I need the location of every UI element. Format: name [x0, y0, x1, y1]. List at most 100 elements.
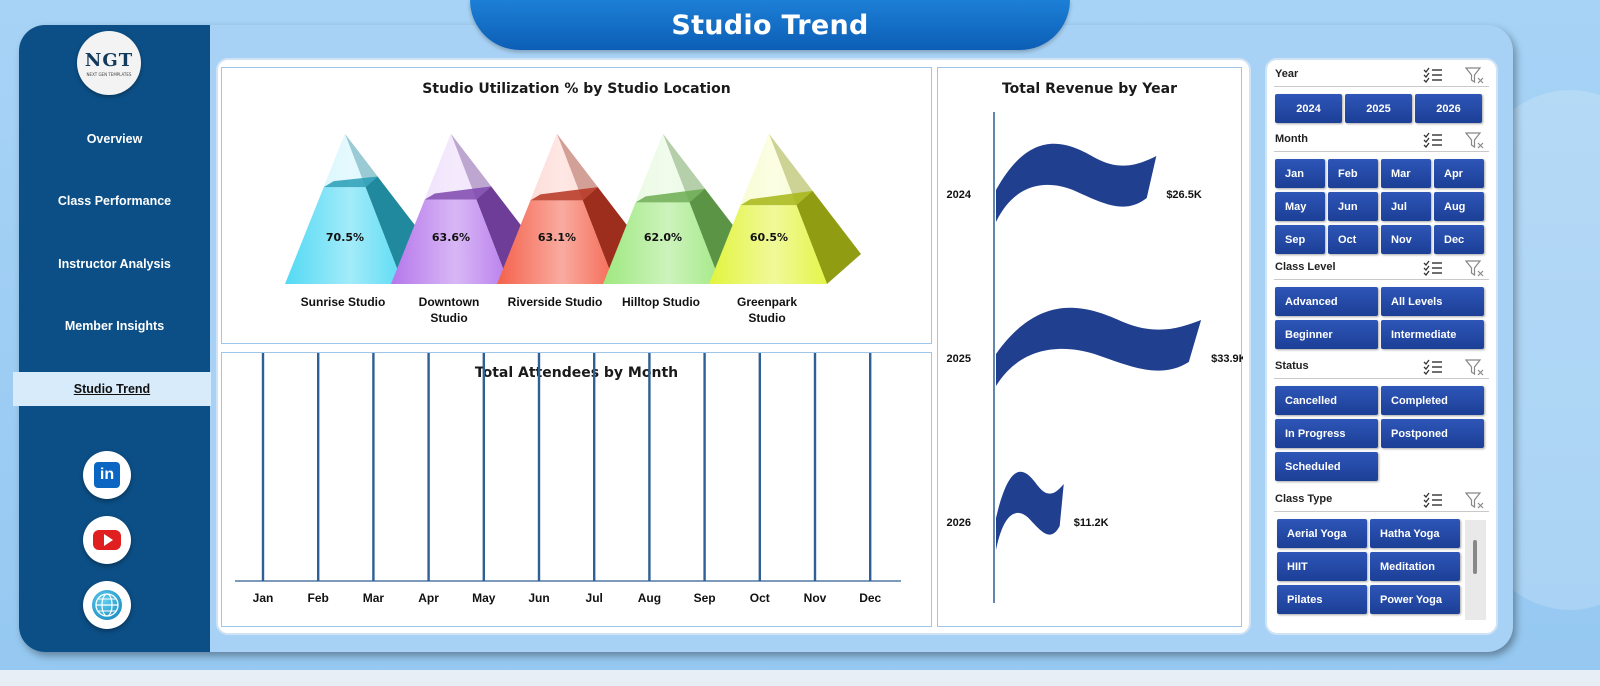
title-bar: Studio Trend: [470, 0, 1070, 50]
slicer-button[interactable]: Advanced: [1275, 287, 1378, 316]
x-tick-label: May: [472, 591, 496, 605]
y-tick-label: 2024: [947, 189, 972, 201]
slicer-button[interactable]: Jul: [1381, 192, 1431, 221]
class-type-scrollbar[interactable]: [1465, 520, 1486, 620]
slicer-title: Year: [1275, 68, 1299, 80]
slicer-button[interactable]: Beginner: [1275, 320, 1378, 349]
clear-filter-icon[interactable]: [1464, 492, 1485, 510]
nav-studio-trend[interactable]: Studio Trend: [13, 372, 211, 406]
multi-select-icon[interactable]: [1423, 359, 1443, 375]
slicer-button[interactable]: Mar: [1381, 159, 1431, 188]
multi-select-icon[interactable]: [1423, 67, 1443, 83]
slicer-button[interactable]: Jan: [1275, 159, 1325, 188]
slicer-button[interactable]: Meditation: [1370, 552, 1460, 581]
slicer-button[interactable]: Completed: [1381, 386, 1484, 415]
slicer-header: Class Level: [1274, 258, 1489, 280]
nav-instructor-analysis[interactable]: Instructor Analysis: [19, 247, 210, 281]
slicer-title: Class Type: [1275, 493, 1333, 505]
website-button[interactable]: [83, 581, 131, 629]
pyramid-bar: [709, 134, 861, 284]
data-label: $11.2K: [1074, 517, 1109, 529]
logo-text: NGT: [84, 49, 134, 71]
data-label: 63.1%: [538, 231, 576, 244]
slicer-button[interactable]: Sep: [1275, 225, 1325, 254]
slicer-button[interactable]: Jun: [1328, 192, 1378, 221]
slicer-button[interactable]: Cancelled: [1275, 386, 1378, 415]
slicer-header: Month: [1274, 130, 1489, 152]
x-tick-label: Jun: [528, 591, 549, 605]
page-title: Studio Trend: [671, 9, 869, 41]
slicer-button[interactable]: Power Yoga: [1370, 585, 1460, 614]
slicer-button[interactable]: Postponed: [1381, 419, 1484, 448]
x-tick-label: Feb: [308, 591, 329, 605]
attendees-chart: 482Jan494Feb438Mar343Apr389May415Jun450J…: [235, 353, 901, 605]
slicer-button[interactable]: Dec: [1434, 225, 1484, 254]
youtube-button[interactable]: [83, 516, 131, 564]
nav-overview[interactable]: Overview: [19, 122, 210, 156]
slicer-button[interactable]: All Levels: [1381, 287, 1484, 316]
revenue-panel: Total Revenue by Year 2024 $26.5K 2025 $33.…: [937, 67, 1243, 627]
multi-select-icon[interactable]: [1423, 132, 1443, 148]
scrollbar-thumb[interactable]: [1473, 540, 1477, 574]
slicer-button[interactable]: Pilates: [1277, 585, 1367, 614]
multi-select-icon[interactable]: [1423, 492, 1443, 508]
slicer-button[interactable]: Hatha Yoga: [1370, 519, 1460, 548]
revenue-flag: [996, 307, 1202, 386]
slicer-header: Class Type: [1274, 490, 1489, 512]
category-label: Studio: [430, 311, 467, 325]
y-tick-label: 2025: [947, 353, 971, 365]
youtube-icon: [93, 530, 121, 550]
revenue-chart: 2024 $26.5K 2025 $33.9K 2026 $11.2K: [947, 112, 1243, 603]
linkedin-icon: in: [94, 462, 120, 488]
y-tick-label: 2026: [947, 517, 971, 529]
utilization-chart: 70.5% Sunrise Studio 63.6% Downtown Studio 63…: [285, 134, 861, 325]
revenue-bar: [996, 307, 1202, 386]
x-tick-label: Jul: [586, 591, 603, 605]
slicer-title: Status: [1275, 360, 1309, 372]
slicer-button[interactable]: Nov: [1381, 225, 1431, 254]
slicer-button[interactable]: 2025: [1345, 94, 1412, 123]
slicer-button[interactable]: Feb: [1328, 159, 1378, 188]
x-tick-label: Oct: [750, 591, 770, 605]
nav-class-performance[interactable]: Class Performance: [19, 184, 210, 218]
x-tick-label: Aug: [638, 591, 661, 605]
clear-filter-icon[interactable]: [1464, 260, 1485, 278]
attendees-panel: Total Attendees by Month 482Jan494Feb438…: [221, 352, 932, 627]
slicer-button[interactable]: Scheduled: [1275, 452, 1378, 481]
linkedin-button[interactable]: in: [83, 451, 131, 499]
clear-filter-icon[interactable]: [1464, 132, 1485, 150]
slicer-button[interactable]: Intermediate: [1381, 320, 1484, 349]
slicer-header: Year: [1274, 65, 1489, 87]
x-tick-label: Apr: [418, 591, 439, 605]
utilization-panel: Studio Utilization % by Studio Location …: [221, 67, 932, 344]
slicer-title: Class Level: [1275, 261, 1336, 273]
slicer-button[interactable]: May: [1275, 192, 1325, 221]
slicer-header: Status: [1274, 357, 1489, 379]
nav-member-insights[interactable]: Member Insights: [19, 309, 210, 343]
slicer-button[interactable]: 2026: [1415, 94, 1482, 123]
logo-subtext: NEXT GEN TEMPLATES: [86, 71, 132, 77]
revenue-flag: [996, 471, 1064, 550]
revenue-bar: [996, 471, 1064, 550]
data-label: 60.5%: [750, 231, 788, 244]
clear-filter-icon[interactable]: [1464, 67, 1485, 85]
slicer-button[interactable]: Apr: [1434, 159, 1484, 188]
multi-select-icon[interactable]: [1423, 260, 1443, 276]
category-label: Riverside Studio: [508, 295, 603, 309]
slicer-button[interactable]: 2024: [1275, 94, 1342, 123]
revenue-bar: [996, 143, 1157, 222]
bottom-strip: [0, 670, 1600, 686]
category-label: Studio: [748, 311, 785, 325]
category-label: Greenpark: [737, 295, 797, 309]
clear-filter-icon[interactable]: [1464, 359, 1485, 377]
slicer-button[interactable]: Aug: [1434, 192, 1484, 221]
globe-icon: [92, 590, 122, 620]
slicer-button[interactable]: In Progress: [1275, 419, 1378, 448]
slicer-button[interactable]: Aerial Yoga: [1277, 519, 1367, 548]
category-label: Downtown: [419, 295, 480, 309]
slicer-button[interactable]: Oct: [1328, 225, 1378, 254]
category-label: Sunrise Studio: [301, 295, 386, 309]
x-tick-label: Sep: [694, 591, 716, 605]
slicer-button[interactable]: HIIT: [1277, 552, 1367, 581]
data-label: 63.6%: [432, 231, 470, 244]
